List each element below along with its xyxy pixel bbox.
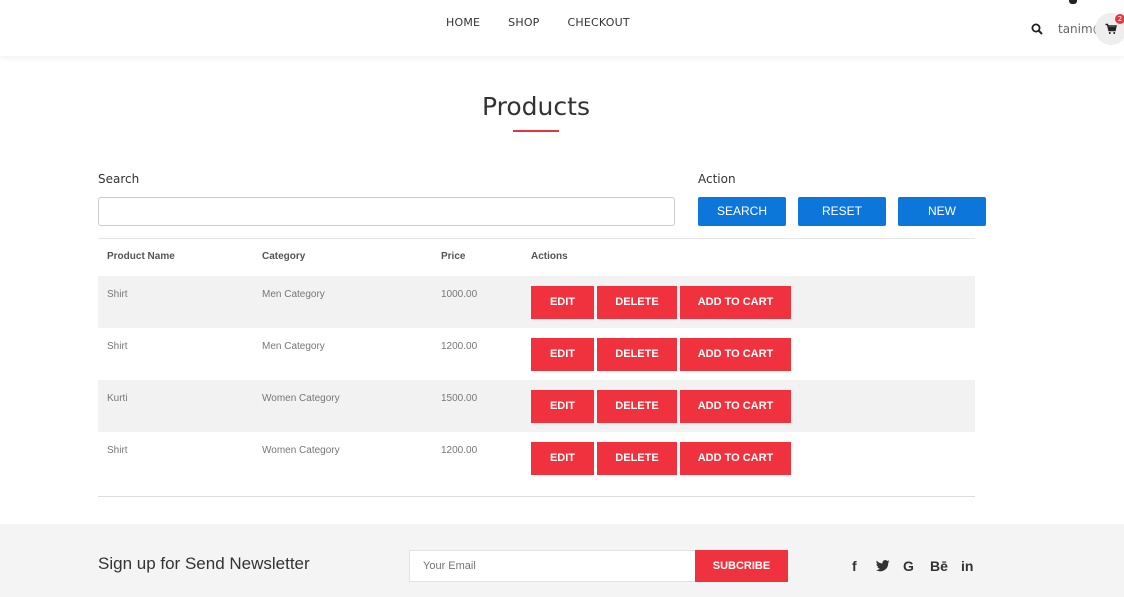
cart-button[interactable]: 2 [1095,13,1124,45]
edit-button[interactable]: EDIT [531,286,594,319]
cell-category: Women Category [262,393,340,404]
top-indicator [1069,0,1077,4]
nav-shop[interactable]: SHOP [508,16,539,29]
add-to-cart-button[interactable]: ADD TO CART [680,390,791,423]
col-header-category: Category [262,251,306,262]
facebook-icon[interactable]: f [852,558,857,574]
action-label: Action [698,172,736,186]
cell-price: 1200.00 [441,341,478,352]
col-header-product-name: Product Name [107,251,175,262]
add-to-cart-button[interactable]: ADD TO CART [680,286,791,319]
table-row: Shirt Men Category 1200.00 EDIT DELETE A… [98,328,975,380]
delete-button[interactable]: DELETE [597,286,677,319]
cell-price: 1500.00 [441,393,478,404]
table-divider [98,238,975,239]
edit-button[interactable]: EDIT [531,442,594,475]
table-row: Shirt Women Category 1200.00 EDIT DELETE… [98,432,975,484]
cell-category: Men Category [262,289,325,300]
col-header-actions: Actions [531,251,568,262]
table-divider [98,496,975,497]
table-row: Shirt Men Category 1000.00 EDIT DELETE A… [98,276,975,328]
behance-icon[interactable]: Bē [930,558,948,574]
newsletter-footer: Sign up for Send Newsletter SUBCRIBE f G… [0,524,1124,597]
cell-category: Women Category [262,445,340,456]
google-icon[interactable]: G [903,558,914,574]
add-to-cart-button[interactable]: ADD TO CART [680,338,791,371]
search-icon[interactable] [1031,23,1043,35]
delete-button[interactable]: DELETE [597,390,677,423]
search-button[interactable]: SEARCH [698,197,786,226]
main-nav: HOME SHOP CHECKOUT [446,16,630,29]
title-underline [513,130,559,132]
table-row: Kurti Women Category 1500.00 EDIT DELETE… [98,380,975,432]
cell-product-name: Shirt [107,445,128,456]
delete-button[interactable]: DELETE [597,338,677,371]
search-label: Search [98,172,140,186]
delete-button[interactable]: DELETE [597,442,677,475]
new-button[interactable]: NEW [898,197,986,226]
cell-category: Men Category [262,341,325,352]
email-field[interactable] [409,550,696,582]
edit-button[interactable]: EDIT [531,338,594,371]
reset-button[interactable]: RESET [798,197,886,226]
cell-product-name: Shirt [107,341,128,352]
cart-icon [1105,23,1117,34]
cell-price: 1000.00 [441,289,478,300]
subscribe-button[interactable]: SUBCRIBE [695,550,788,582]
nav-home[interactable]: HOME [446,16,480,29]
cell-product-name: Kurti [107,393,128,404]
cell-product-name: Shirt [107,289,128,300]
nav-checkout[interactable]: CHECKOUT [568,16,630,29]
twitter-icon[interactable] [876,560,890,572]
cart-count-badge: 2 [1115,14,1124,24]
newsletter-title: Sign up for Send Newsletter [98,554,310,573]
cell-price: 1200.00 [441,445,478,456]
site-header: HOME SHOP CHECKOUT tanim@ 2 [0,0,1124,56]
col-header-price: Price [441,251,466,262]
linkedin-icon[interactable]: in [961,558,973,574]
search-input[interactable] [98,197,675,226]
page-title: Products [482,92,590,121]
edit-button[interactable]: EDIT [531,390,594,423]
add-to-cart-button[interactable]: ADD TO CART [680,442,791,475]
